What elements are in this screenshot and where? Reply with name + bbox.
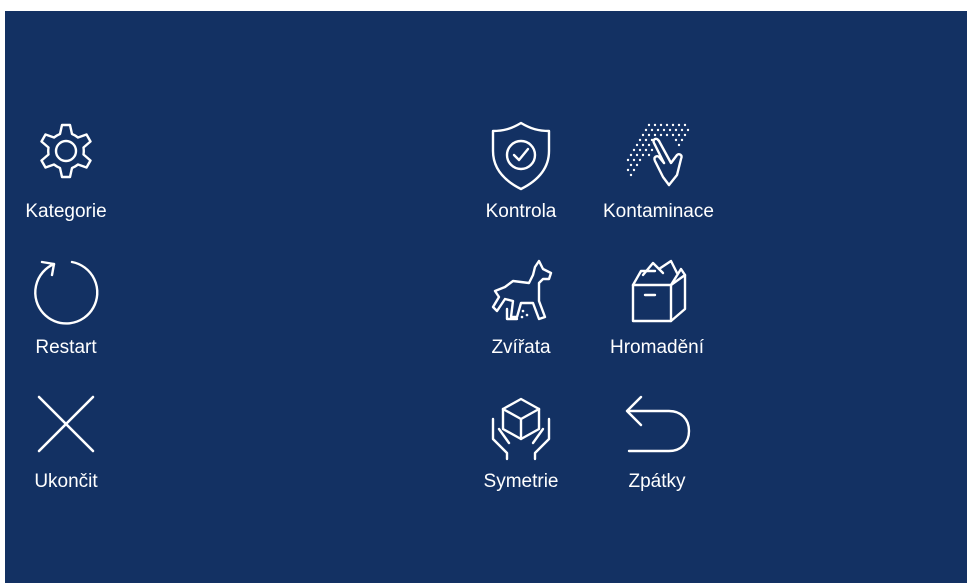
menu-item-hromadeni[interactable]: Hromadění bbox=[597, 255, 717, 375]
menu-screen: Kategorie Restart Ukončit Kontrola Zvířa… bbox=[5, 11, 967, 583]
menu-item-label: Kategorie bbox=[25, 201, 107, 222]
menu-item-label: Ukončit bbox=[34, 471, 98, 492]
menu-item-kontrola[interactable]: Kontrola bbox=[461, 119, 581, 239]
open-box-icon bbox=[619, 255, 695, 331]
menu-item-ukoncit[interactable]: Ukončit bbox=[6, 389, 126, 509]
hands-cube-icon bbox=[483, 389, 559, 465]
back-arrow-icon bbox=[619, 389, 695, 465]
menu-item-kontaminace[interactable]: Kontaminace bbox=[597, 119, 717, 239]
menu-item-zpatky[interactable]: Zpátky bbox=[597, 389, 717, 509]
menu-item-label: Zpátky bbox=[628, 471, 686, 492]
menu-item-zvirata[interactable]: Zvířata bbox=[461, 255, 581, 375]
hand-contamination-icon bbox=[619, 119, 695, 195]
menu-item-symetrie[interactable]: Symetrie bbox=[461, 389, 581, 509]
menu-item-label: Zvířata bbox=[491, 337, 551, 358]
restart-icon bbox=[28, 255, 104, 331]
menu-item-label: Symetrie bbox=[483, 471, 559, 492]
shield-check-icon bbox=[483, 119, 559, 195]
menu-item-label: Kontrola bbox=[485, 201, 557, 222]
dog-icon bbox=[483, 255, 559, 331]
menu-item-label: Hromadění bbox=[610, 337, 704, 358]
close-icon bbox=[28, 389, 104, 465]
menu-item-restart[interactable]: Restart bbox=[6, 255, 126, 375]
menu-item-kategorie[interactable]: Kategorie bbox=[6, 119, 126, 239]
menu-item-label: Kontaminace bbox=[603, 201, 714, 222]
gear-icon bbox=[28, 119, 104, 195]
menu-item-label: Restart bbox=[35, 337, 97, 358]
